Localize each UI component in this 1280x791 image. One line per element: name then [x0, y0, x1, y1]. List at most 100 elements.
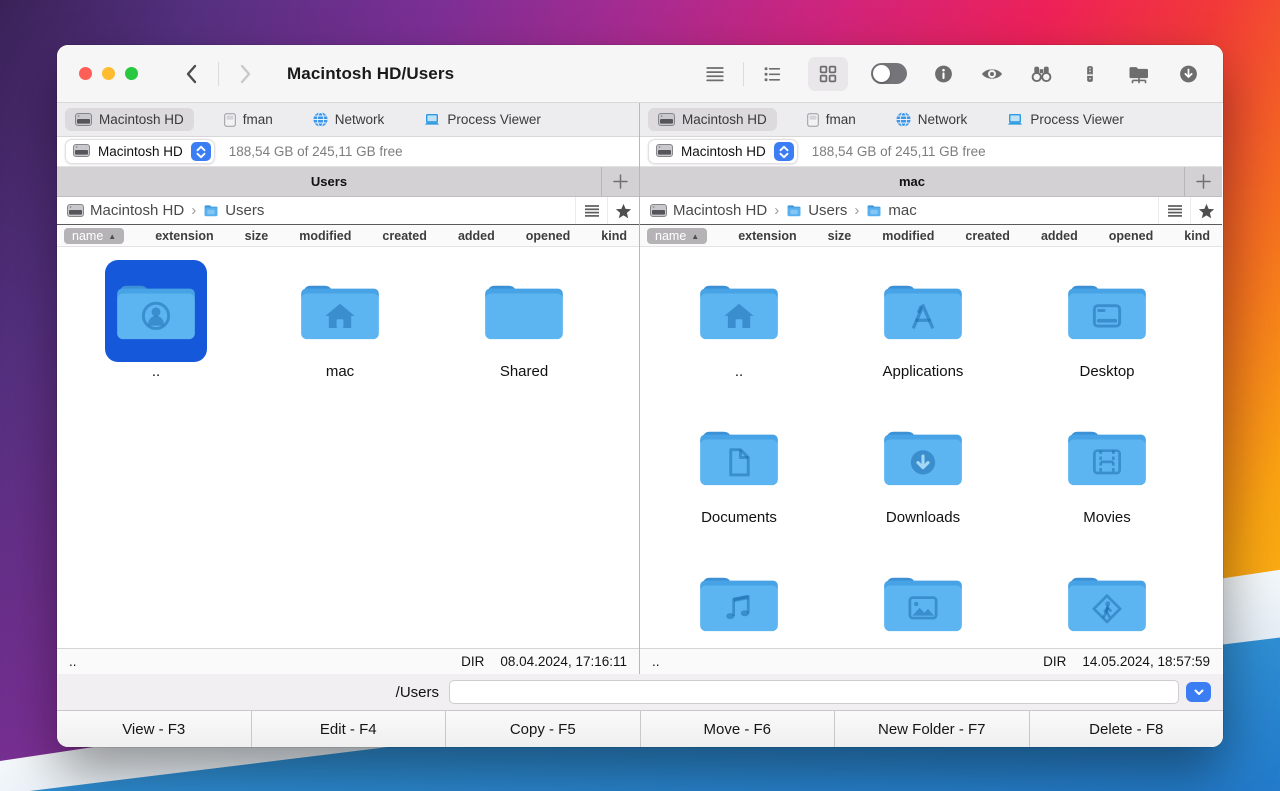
drive-selector[interactable]: Macintosh HD: [65, 139, 215, 164]
status-bar: .. DIR 14.05.2024, 18:57:59: [640, 648, 1222, 674]
new-tab-button[interactable]: [1184, 167, 1222, 196]
column-opened[interactable]: opened: [526, 229, 570, 243]
folder-item-mac[interactable]: mac: [248, 255, 432, 401]
column-added[interactable]: added: [1041, 229, 1078, 243]
internal-drive-icon: [75, 113, 92, 126]
folder-tab[interactable]: mac: [640, 167, 1184, 196]
tab-label: Macintosh HD: [682, 112, 767, 127]
chevron-right-icon: [240, 64, 252, 84]
folder-icon-box: [1056, 260, 1158, 362]
view-button[interactable]: View - F3: [57, 711, 252, 747]
list-menu-button[interactable]: [1158, 197, 1190, 224]
column-name[interactable]: name▲: [64, 228, 124, 244]
column-opened[interactable]: opened: [1109, 229, 1153, 243]
delete-button[interactable]: Delete - F8: [1030, 711, 1224, 747]
folder-item-item[interactable]: [831, 547, 1015, 648]
tab-process-viewer[interactable]: Process Viewer: [997, 108, 1134, 131]
folder-label: Documents: [701, 509, 777, 529]
breadcrumb-item-macintosh-hd[interactable]: Macintosh HD: [67, 202, 184, 219]
favorites-button[interactable]: [1190, 197, 1222, 224]
drive-stepper[interactable]: [774, 142, 794, 161]
hidden-files-toggle[interactable]: [871, 63, 907, 84]
column-size[interactable]: size: [828, 229, 852, 243]
search-binoculars-icon[interactable]: [1028, 61, 1054, 87]
minimize-button[interactable]: [102, 67, 115, 80]
network-share-icon[interactable]: [1126, 61, 1152, 87]
folder-icon-box: [289, 260, 391, 362]
column-kind[interactable]: kind: [1184, 229, 1210, 243]
tab-process-viewer[interactable]: Process Viewer: [414, 108, 551, 131]
detail-view-icon[interactable]: [759, 61, 785, 87]
edit-button[interactable]: Edit - F4: [252, 711, 447, 747]
folder-item-item[interactable]: ..: [64, 255, 248, 401]
list-menu-button[interactable]: [575, 197, 607, 224]
grid-view-icon[interactable]: [808, 57, 848, 91]
breadcrumb-item-users[interactable]: Users: [203, 202, 264, 219]
mini-drive-icon: [650, 204, 667, 217]
back-button[interactable]: [178, 61, 204, 87]
copy-button[interactable]: Copy - F5: [446, 711, 641, 747]
breadcrumb-item-mac[interactable]: mac: [866, 202, 916, 219]
tab-macintosh-hd[interactable]: Macintosh HD: [648, 108, 777, 131]
drive-stepper[interactable]: [191, 142, 211, 161]
mini-folder-icon: [203, 204, 219, 217]
move-button[interactable]: Move - F6: [641, 711, 836, 747]
forward-button[interactable]: [233, 61, 259, 87]
close-button[interactable]: [79, 67, 92, 80]
tab-label: Process Viewer: [1030, 112, 1124, 127]
drive-selector[interactable]: Macintosh HD: [648, 139, 798, 164]
column-extension[interactable]: extension: [738, 229, 796, 243]
mini-drive-icon: [67, 204, 84, 217]
preview-eye-icon[interactable]: [979, 61, 1005, 87]
tab-network[interactable]: Network: [303, 108, 395, 131]
column-kind[interactable]: kind: [601, 229, 627, 243]
folder-item-item[interactable]: [647, 547, 831, 648]
folder-tab-bar: Users: [57, 167, 639, 197]
zoom-button[interactable]: [125, 67, 138, 80]
column-size[interactable]: size: [245, 229, 269, 243]
favorites-button[interactable]: [607, 197, 639, 224]
globe-icon: [313, 112, 328, 127]
session-tabs: Macintosh HD fman Network Process Viewer: [640, 103, 1222, 137]
column-modified[interactable]: modified: [882, 229, 934, 243]
folder-item-applications[interactable]: Applications: [831, 255, 1015, 401]
folder-label: Movies: [1083, 509, 1131, 529]
folder-item-desktop[interactable]: Desktop: [1015, 255, 1199, 401]
internal-drive-icon: [658, 113, 675, 126]
folder-item-downloads[interactable]: Downloads: [831, 401, 1015, 547]
tab-fman[interactable]: fman: [214, 108, 283, 131]
toolbar-divider: [743, 62, 744, 86]
info-icon[interactable]: [930, 61, 956, 87]
new-folder-button[interactable]: New Folder - F7: [835, 711, 1030, 747]
path-dropdown-button[interactable]: [1186, 682, 1211, 702]
breadcrumb-separator: ›: [774, 202, 779, 219]
path-input[interactable]: [449, 680, 1179, 704]
list-view-icon[interactable]: [702, 61, 728, 87]
column-modified[interactable]: modified: [299, 229, 351, 243]
column-created[interactable]: created: [965, 229, 1009, 243]
column-name[interactable]: name▲: [647, 228, 707, 244]
chevron-left-icon: [185, 64, 197, 84]
column-extension[interactable]: extension: [155, 229, 213, 243]
tab-network[interactable]: Network: [886, 108, 978, 131]
tab-label: Macintosh HD: [99, 112, 184, 127]
breadcrumb-item-macintosh-hd[interactable]: Macintosh HD: [650, 202, 767, 219]
traffic-lights: [79, 67, 138, 80]
folder-item-shared[interactable]: Shared: [432, 255, 616, 401]
folder-tab[interactable]: Users: [57, 167, 601, 196]
status-date: 14.05.2024, 18:57:59: [1082, 654, 1210, 669]
new-tab-button[interactable]: [601, 167, 639, 196]
folder-item-movies[interactable]: Movies: [1015, 401, 1199, 547]
breadcrumb-item-users[interactable]: Users: [786, 202, 847, 219]
folder-item-item[interactable]: ..: [647, 255, 831, 401]
folder-tab-bar: mac: [640, 167, 1222, 197]
column-added[interactable]: added: [458, 229, 495, 243]
left-pane: Macintosh HD fman Network Process Viewer Ma…: [57, 103, 640, 674]
tab-macintosh-hd[interactable]: Macintosh HD: [65, 108, 194, 131]
tab-fman[interactable]: fman: [797, 108, 866, 131]
folder-item-documents[interactable]: Documents: [647, 401, 831, 547]
archive-zipper-icon[interactable]: [1077, 61, 1103, 87]
downloads-icon[interactable]: [1175, 61, 1201, 87]
folder-item-item[interactable]: [1015, 547, 1199, 648]
column-created[interactable]: created: [382, 229, 426, 243]
